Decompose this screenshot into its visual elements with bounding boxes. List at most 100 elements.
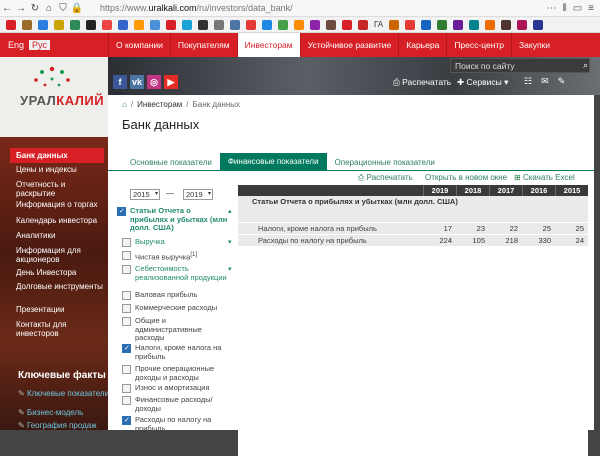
- tab-main-indicators[interactable]: Основные показатели: [122, 155, 220, 170]
- nav-press[interactable]: Пресс-центр: [446, 33, 511, 57]
- bookmark-icon[interactable]: [310, 19, 320, 30]
- lock-icon[interactable]: 🔒: [70, 3, 84, 14]
- reload-icon[interactable]: ↻: [28, 3, 42, 14]
- facebook-icon[interactable]: f: [113, 75, 127, 89]
- fact-link-key-indicators[interactable]: ✎ Ключевые показатели: [18, 389, 109, 398]
- bookmark-icon[interactable]: [437, 19, 448, 30]
- checkbox-cost-of-sales[interactable]: [122, 265, 131, 274]
- bookmark-icon[interactable]: [150, 19, 160, 30]
- sidebar-item-reporting[interactable]: Отчетность и раскрытие: [16, 180, 104, 198]
- back-icon[interactable]: ←: [0, 3, 14, 14]
- bookmark-icon[interactable]: [421, 19, 432, 30]
- expand-icon[interactable]: ▾: [228, 238, 232, 246]
- bookmark-icon[interactable]: [182, 19, 192, 30]
- youtube-icon[interactable]: ▶: [164, 75, 178, 89]
- print-link[interactable]: ⎙ Распечатать: [358, 173, 413, 183]
- feedback-icon[interactable]: ✎: [558, 76, 566, 87]
- checkbox-other-operating[interactable]: [122, 365, 131, 374]
- services-menu[interactable]: ✚ Сервисы ▾: [457, 77, 508, 88]
- download-excel-link[interactable]: ⊞ Скачать Excel: [514, 173, 575, 182]
- checkbox-selling-expenses[interactable]: [122, 304, 131, 313]
- bookmark-icon[interactable]: [501, 19, 512, 30]
- bookmark-icon[interactable]: [38, 19, 48, 30]
- sidebar-item-shareholders[interactable]: Информация для акционеров: [16, 246, 104, 264]
- bookmark-icon[interactable]: [6, 19, 16, 30]
- print-button-header[interactable]: ⎙ Распечатать: [393, 77, 451, 88]
- breadcrumb-investors[interactable]: Инвесторам: [137, 100, 182, 109]
- mail-icon[interactable]: ✉: [541, 76, 549, 87]
- sidebar-toggle-icon[interactable]: ▭: [573, 3, 582, 14]
- bookmark-icon[interactable]: [230, 19, 240, 30]
- bookmark-icon[interactable]: [485, 19, 496, 30]
- search-input[interactable]: Поиск по сайту: [450, 58, 590, 73]
- nav-procurement[interactable]: Закупки: [511, 33, 557, 57]
- fact-link-business-model[interactable]: ✎ Бизнес-модель: [18, 408, 83, 417]
- bookmark-icon[interactable]: [342, 19, 352, 30]
- vk-icon[interactable]: vk: [130, 75, 144, 89]
- bookmark-icon[interactable]: [70, 19, 80, 30]
- checkbox-admin-expenses[interactable]: [122, 317, 131, 326]
- sidebar-item-analysts[interactable]: Аналитики: [16, 231, 104, 240]
- sitemap-icon[interactable]: ☷: [524, 76, 532, 87]
- checkbox-gross-profit[interactable]: [122, 291, 131, 300]
- tab-operational-indicators[interactable]: Операционные показатели: [327, 155, 443, 170]
- footnote-marker[interactable]: [1]: [190, 252, 197, 258]
- checkbox-revenue[interactable]: [122, 238, 131, 247]
- sidebar-item-debt[interactable]: Долговые инструменты: [16, 282, 104, 291]
- column-header[interactable]: 2017: [489, 185, 522, 196]
- bookmark-icon[interactable]: [326, 19, 336, 30]
- search-icon[interactable]: ⌕: [583, 60, 588, 71]
- bookmark-icon[interactable]: [453, 19, 464, 30]
- bookmark-icon[interactable]: [533, 19, 544, 30]
- bookmark-icon[interactable]: [517, 19, 528, 30]
- column-header[interactable]: 2016: [522, 185, 555, 196]
- menu-icon[interactable]: ≡: [588, 3, 594, 14]
- collapse-icon[interactable]: ▴: [228, 207, 232, 215]
- bookmark-icon[interactable]: [246, 19, 256, 30]
- sidebar-item-contacts[interactable]: Контакты для инвесторов: [16, 320, 104, 338]
- bookmark-icon[interactable]: [54, 19, 64, 30]
- bookmark-ga[interactable]: ГА: [374, 20, 383, 29]
- bookmark-icon[interactable]: [198, 19, 208, 30]
- lang-ru[interactable]: Рус: [29, 40, 50, 50]
- checkbox-finance[interactable]: [122, 396, 131, 405]
- shield-icon[interactable]: ⛉: [56, 3, 70, 14]
- tab-financial-indicators[interactable]: Финансовые показатели: [219, 153, 327, 170]
- bookmark-icon[interactable]: [102, 19, 112, 30]
- nav-careers[interactable]: Карьера: [398, 33, 446, 57]
- home-icon[interactable]: ⌂: [122, 100, 127, 109]
- bookmark-icon[interactable]: [262, 19, 272, 30]
- logo[interactable]: УРАЛКАЛИЙ: [0, 57, 108, 137]
- sidebar-item-calendar[interactable]: Календарь инвестора: [16, 216, 104, 225]
- checkbox-taxes-other[interactable]: [122, 344, 131, 353]
- sidebar-item-presentations[interactable]: Презентации: [16, 305, 104, 314]
- year-from-select[interactable]: 2015 ▾: [130, 189, 160, 200]
- library-icon[interactable]: ⫴: [563, 3, 567, 14]
- bookmark-icon[interactable]: [86, 19, 96, 30]
- year-to-select[interactable]: 2019 ▾: [183, 189, 213, 200]
- open-new-window-link[interactable]: Открыть в новом окне: [425, 173, 507, 182]
- forward-icon[interactable]: →: [14, 3, 28, 14]
- lang-en[interactable]: Eng: [8, 40, 24, 50]
- fact-link-sales-geography[interactable]: ✎ География продаж: [18, 421, 97, 430]
- nav-customers[interactable]: Покупателям: [169, 33, 237, 57]
- bookmark-icon[interactable]: [278, 19, 288, 30]
- bookmark-icon[interactable]: [22, 19, 32, 30]
- bookmark-icon[interactable]: [166, 19, 176, 30]
- url-field[interactable]: https://www.uralkali.com/ru/investors/da…: [100, 3, 293, 13]
- checkbox-net-revenue[interactable]: [122, 251, 131, 260]
- checkbox-depreciation[interactable]: [122, 384, 131, 393]
- nav-about[interactable]: О компании: [108, 33, 170, 57]
- column-header[interactable]: 2018: [456, 185, 489, 196]
- column-header[interactable]: 2015: [555, 185, 588, 196]
- bookmark-icon[interactable]: [134, 19, 144, 30]
- bookmark-icon[interactable]: [358, 19, 368, 30]
- sidebar-item-data-bank[interactable]: Банк данных: [10, 148, 104, 163]
- more-icon[interactable]: ⋯: [547, 3, 557, 14]
- column-header[interactable]: 2019: [423, 185, 456, 196]
- bookmark-icon[interactable]: [389, 19, 400, 30]
- checkbox-income-statement[interactable]: [117, 207, 126, 216]
- home-icon[interactable]: ⌂: [42, 3, 56, 14]
- instagram-icon[interactable]: ◎: [147, 75, 161, 89]
- sidebar-item-investor-day[interactable]: День Инвестора: [16, 268, 104, 277]
